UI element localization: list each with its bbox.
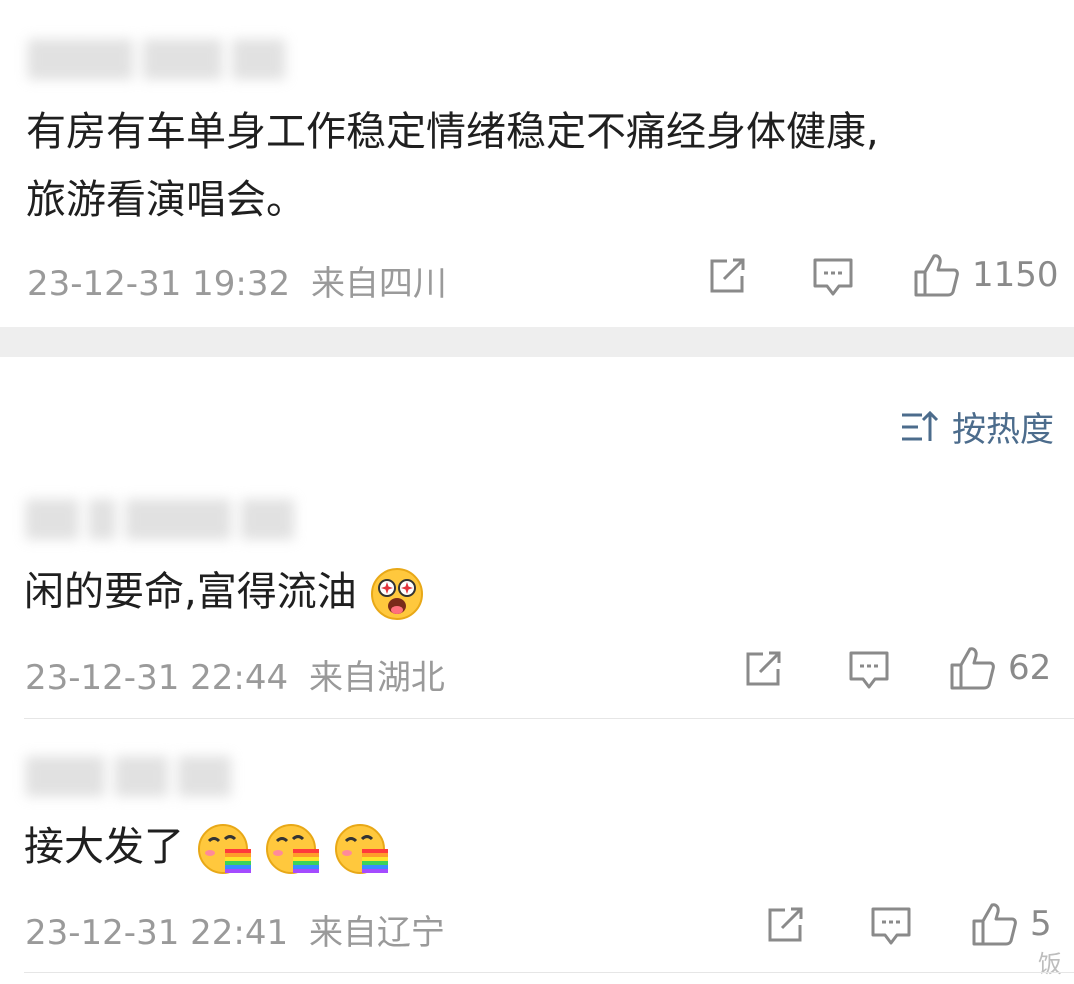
like-button[interactable]: 62 xyxy=(948,645,1051,691)
comment-text: 闲的要命,富得流油 xyxy=(24,569,357,615)
comment-body: 闲的要命,富得流油 xyxy=(24,560,425,624)
like-count: 1150 xyxy=(972,255,1059,295)
like-count: 62 xyxy=(1008,648,1052,688)
rainbow-vomit-icon xyxy=(334,821,390,877)
share-button[interactable] xyxy=(764,905,808,945)
comment-timestamp: 23-12-31 22:44 xyxy=(25,658,289,698)
sort-icon xyxy=(900,409,940,445)
comment-icon xyxy=(813,258,853,296)
comment-timestamp: 23-12-31 22:41 xyxy=(25,913,289,953)
sort-label: 按热度 xyxy=(952,410,1054,450)
drooling-star-eyes-icon xyxy=(369,566,425,622)
comment-text: 有房有车单身工作稳定情绪稳定不痛经身体健康, xyxy=(26,109,879,155)
reply-button[interactable] xyxy=(868,905,914,947)
comment-location: 来自湖北 xyxy=(308,658,445,698)
comment-icon xyxy=(849,651,889,689)
comment-author-name-blurred[interactable]: ██ █ ████ ██ xyxy=(26,500,294,540)
comment-meta: 23-12-31 19:32 来自四川 xyxy=(27,256,447,305)
comment-location: 来自辽宁 xyxy=(308,913,445,953)
reply-button[interactable] xyxy=(846,649,892,691)
share-button[interactable] xyxy=(706,256,750,296)
comment-body: 接大发了 xyxy=(24,815,390,879)
watermark: 饭 xyxy=(1038,950,1062,978)
like-button[interactable]: 1150 xyxy=(912,252,1059,298)
comment-meta: 23-12-31 22:44 来自湖北 xyxy=(25,650,445,699)
like-count: 5 xyxy=(1030,904,1052,944)
share-button[interactable] xyxy=(742,649,786,689)
section-separator xyxy=(0,327,1074,357)
comment-meta: 23-12-31 22:41 来自辽宁 xyxy=(25,905,445,954)
comment-icon xyxy=(871,907,911,945)
comment-author-name-blurred[interactable]: ███ ██ ██ xyxy=(26,757,231,797)
rainbow-vomit-icon xyxy=(265,821,321,877)
comment-divider xyxy=(24,972,1074,973)
comment-author-name-blurred[interactable]: ████ ███ ██ xyxy=(28,40,285,80)
share-icon xyxy=(768,907,803,942)
comment-divider xyxy=(24,718,1074,719)
sort-by-popularity-button[interactable]: 按热度 xyxy=(900,402,1054,451)
thumbs-up-icon xyxy=(948,645,996,691)
comment-text-line-2: 旅游看演唱会。 xyxy=(26,177,306,223)
thumbs-up-icon xyxy=(970,901,1018,947)
comment-timestamp: 23-12-31 19:32 xyxy=(27,264,291,304)
share-icon xyxy=(710,258,745,293)
like-button[interactable]: 5 xyxy=(970,901,1052,947)
comment-text: 接大发了 xyxy=(24,824,184,870)
rainbow-vomit-icon xyxy=(197,821,253,877)
thumbs-up-icon xyxy=(912,252,960,298)
share-icon xyxy=(746,651,781,686)
reply-button[interactable] xyxy=(810,256,856,298)
comment-location: 来自四川 xyxy=(310,264,447,304)
